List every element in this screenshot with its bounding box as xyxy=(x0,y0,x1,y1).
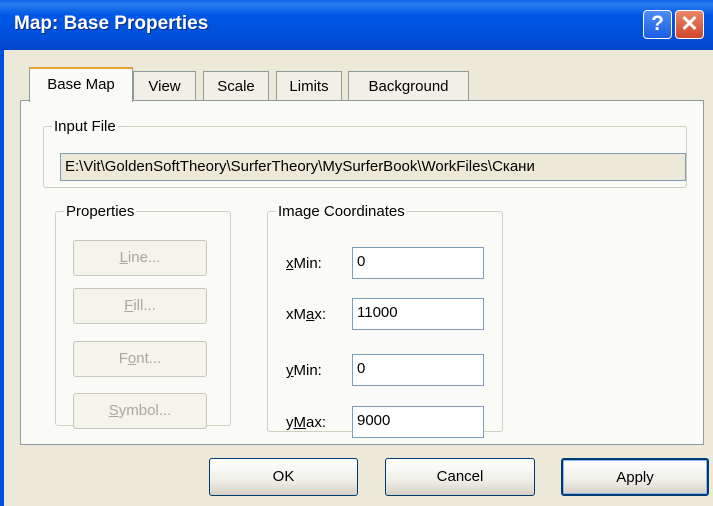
fill-button[interactable]: Fill... xyxy=(73,288,207,324)
window-title: Map: Base Properties xyxy=(14,13,209,34)
input-file-legend: Input File xyxy=(54,118,116,135)
image-coordinates-group: Image Coordinates xMin: 0 xMax: 11000 yM… xyxy=(267,203,503,438)
xmin-label: xMin: xyxy=(286,255,322,272)
properties-group: Properties Line... Fill... Font... Symbo… xyxy=(55,203,231,429)
close-icon: ✕ xyxy=(680,11,699,36)
tab-view[interactable]: View xyxy=(133,71,196,101)
input-file-path-field[interactable]: E:\Vit\GoldenSoftTheory\SurferTheory\MyS… xyxy=(60,153,686,181)
tab-base-map[interactable]: Base Map xyxy=(29,67,133,102)
input-file-group: Input File E:\Vit\GoldenSoftTheory\Surfe… xyxy=(43,118,687,188)
tab-label: Scale xyxy=(217,78,255,95)
ymin-input[interactable]: 0 xyxy=(352,354,484,386)
line-button[interactable]: Line... xyxy=(73,240,207,276)
xmin-input[interactable]: 0 xyxy=(352,247,484,279)
title-bar[interactable]: Map: Base Properties ? ✕ xyxy=(0,0,713,50)
close-button[interactable]: ✕ xyxy=(675,10,704,39)
apply-button[interactable]: Apply xyxy=(561,458,709,496)
ymin-label: yMin: xyxy=(286,362,322,379)
ok-button[interactable]: OK xyxy=(209,458,358,496)
tab-limits[interactable]: Limits xyxy=(276,71,342,101)
help-button[interactable]: ? xyxy=(643,10,672,39)
tab-background[interactable]: Background xyxy=(348,71,469,101)
tab-label: Limits xyxy=(289,78,329,95)
help-icon: ? xyxy=(651,12,664,35)
tab-label: Base Map xyxy=(47,76,115,93)
symbol-button[interactable]: Symbol... xyxy=(73,393,207,429)
tab-panel-base-map: Input File E:\Vit\GoldenSoftTheory\Surfe… xyxy=(20,100,704,445)
font-button[interactable]: Font... xyxy=(73,341,207,377)
cancel-button[interactable]: Cancel xyxy=(385,458,535,496)
ymax-input[interactable]: 9000 xyxy=(352,406,484,438)
ymax-label: yMax: xyxy=(286,414,327,431)
properties-legend: Properties xyxy=(66,203,135,220)
tab-label: Background xyxy=(368,78,449,95)
xmax-label: xMax: xyxy=(286,306,327,323)
tab-scale[interactable]: Scale xyxy=(203,71,269,101)
image-coordinates-legend: Image Coordinates xyxy=(278,203,405,220)
window-border xyxy=(0,50,4,506)
xmax-input[interactable]: 11000 xyxy=(352,298,484,330)
tab-label: View xyxy=(148,78,181,95)
